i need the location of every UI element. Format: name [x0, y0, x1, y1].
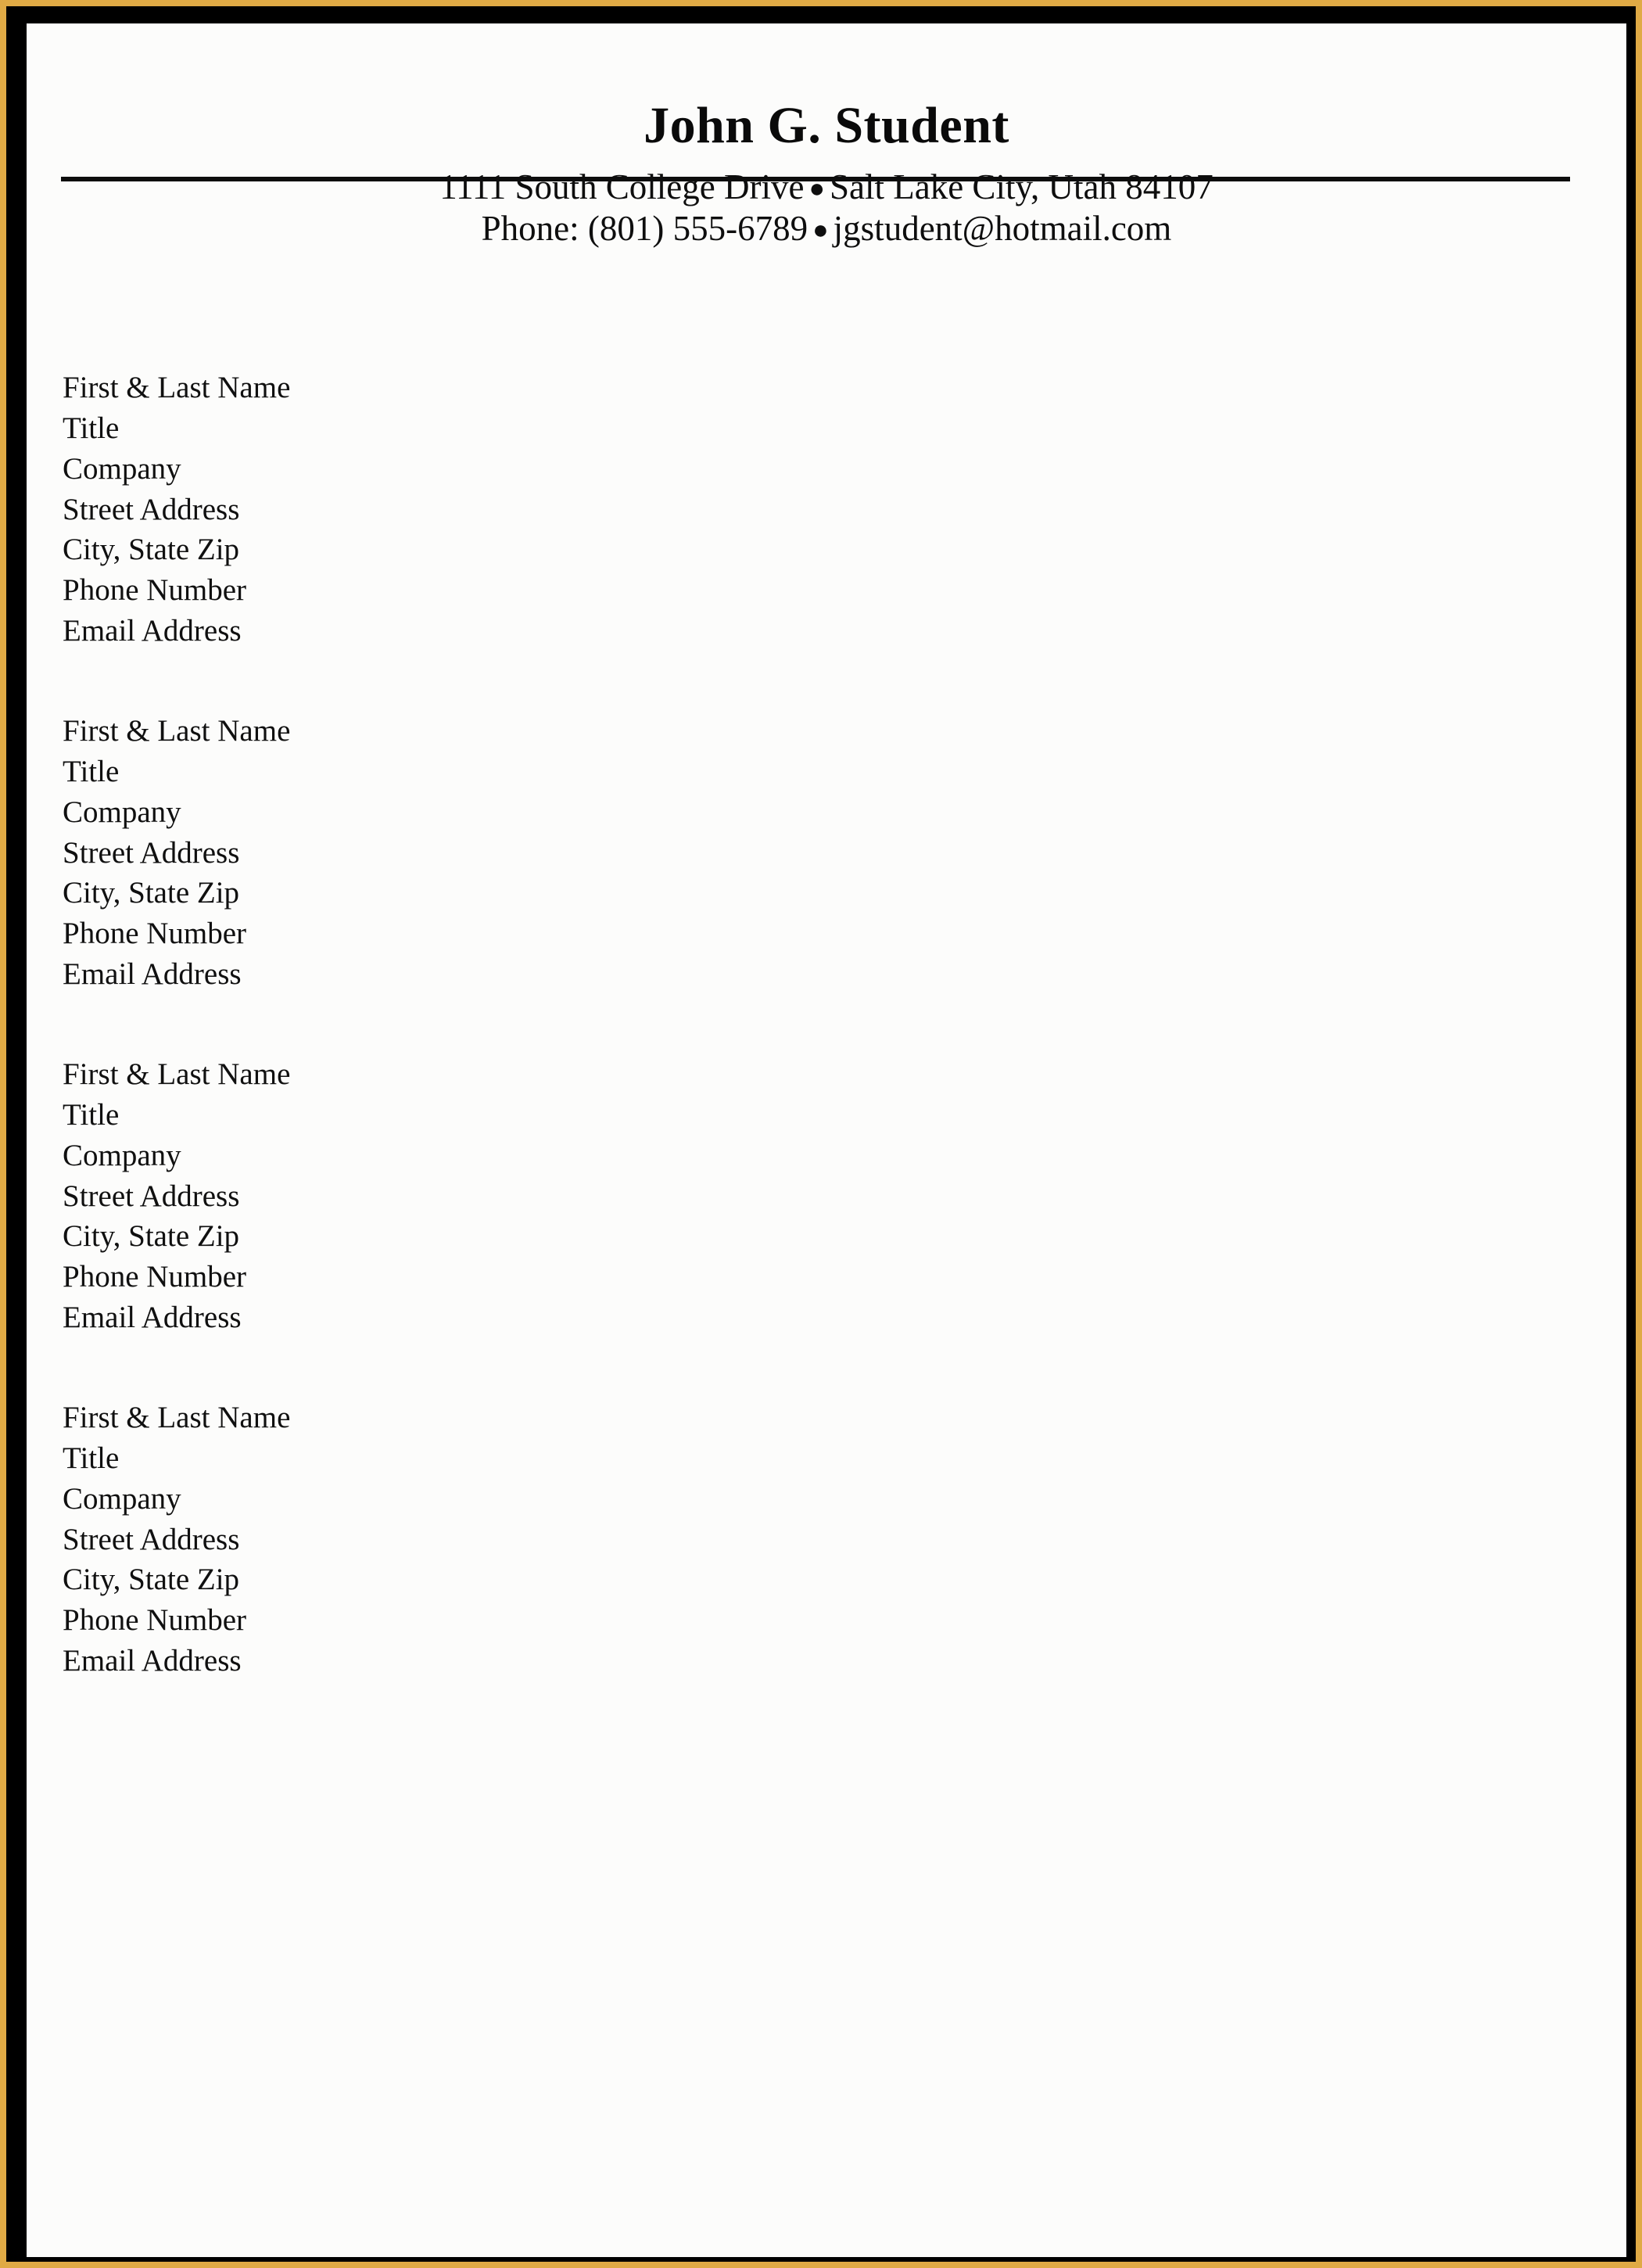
- reference-field-title: Title: [63, 754, 120, 788]
- reference-field-name: First & Last Name: [63, 371, 291, 404]
- page-outer-frame: John G. Student 1111 South College Drive…: [0, 0, 1642, 2268]
- city-state-zip-text: Salt Lake City, Utah 84107: [829, 167, 1214, 207]
- reference-field-company: Company: [63, 451, 181, 486]
- reference-field-email: Email Address: [63, 1301, 242, 1335]
- reference-field-citystatezip: City, State Zip: [63, 876, 240, 910]
- reference-entry: First & Last Name Title Company Street A…: [63, 1054, 1392, 1338]
- reference-field-citystatezip: City, State Zip: [63, 1219, 240, 1254]
- reference-field-street: Street Address: [63, 835, 240, 870]
- reference-field-name: First & Last Name: [63, 1401, 291, 1435]
- reference-field-company: Company: [63, 1481, 181, 1516]
- reference-field-phone: Phone Number: [63, 573, 247, 608]
- reference-field-street: Street Address: [63, 492, 240, 526]
- reference-entry: First & Last Name Title Company Street A…: [63, 368, 1392, 651]
- reference-list: First & Last Name Title Company Street A…: [63, 368, 1392, 1741]
- reference-entry: First & Last Name Title Company Street A…: [63, 1398, 1392, 1681]
- reference-field-email: Email Address: [63, 614, 242, 648]
- reference-field-title: Title: [63, 1097, 120, 1132]
- reference-entry: First & Last Name Title Company Street A…: [63, 711, 1392, 995]
- reference-field-citystatezip: City, State Zip: [63, 533, 240, 567]
- bullet-separator-icon: ●: [812, 215, 829, 245]
- page-title: John G. Student: [644, 97, 1009, 154]
- street-address-text: 1111 South College Drive: [439, 167, 805, 207]
- contact-line-phone-email: Phone: (801) 555-6789 ● jgstudent@hotmail.…: [27, 208, 1626, 249]
- reference-field-citystatezip: City, State Zip: [63, 1563, 240, 1597]
- reference-field-company: Company: [63, 795, 181, 829]
- reference-field-name: First & Last Name: [63, 1057, 291, 1092]
- reference-field-street: Street Address: [63, 1179, 240, 1213]
- reference-field-phone: Phone Number: [63, 1603, 247, 1638]
- reference-field-title: Title: [63, 1441, 120, 1475]
- reference-field-street: Street Address: [63, 1522, 240, 1556]
- document-page: John G. Student 1111 South College Drive…: [27, 23, 1626, 2257]
- reference-field-phone: Phone Number: [63, 917, 247, 951]
- reference-field-title: Title: [63, 411, 120, 445]
- reference-field-email: Email Address: [63, 957, 242, 992]
- reference-field-name: First & Last Name: [63, 714, 291, 748]
- letterhead: John G. Student 1111 South College Drive…: [27, 23, 1626, 249]
- email-address-text: jgstudent@hotmail.com: [833, 209, 1172, 249]
- reference-field-company: Company: [63, 1138, 181, 1172]
- header-divider-rule: [61, 177, 1570, 181]
- reference-field-phone: Phone Number: [63, 1260, 247, 1294]
- reference-field-email: Email Address: [63, 1644, 242, 1678]
- phone-number-text: Phone: (801) 555-6789: [481, 209, 808, 249]
- page-inner-border: John G. Student 1111 South College Drive…: [6, 6, 1636, 2262]
